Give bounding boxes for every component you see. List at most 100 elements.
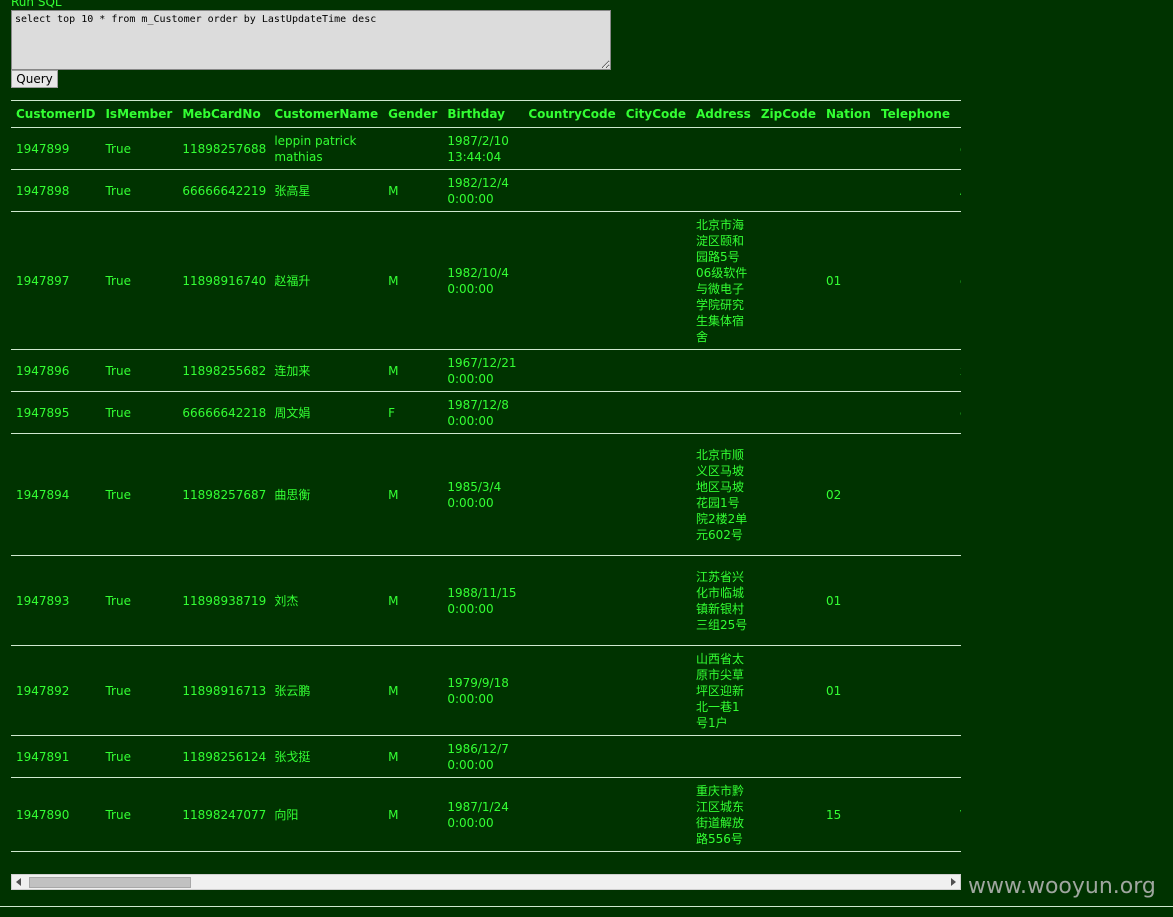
- cell-pass: di+8: [955, 211, 961, 350]
- cell-zip: [755, 645, 821, 736]
- cell-zip: [755, 735, 821, 778]
- scroll-right-arrow-icon[interactable]: [951, 878, 956, 886]
- table-row: 1947898 True 66666642219 张高星 M 1982/12/4 0:00…: [11, 169, 961, 212]
- cell-country: [523, 777, 621, 852]
- cell-address: [691, 169, 756, 212]
- cell-nation: [821, 735, 876, 778]
- cell-zip: [755, 777, 821, 852]
- cell-city: [620, 349, 691, 392]
- column-header: CountryCode: [523, 100, 621, 128]
- cell-city: [620, 735, 691, 778]
- cell-tel: [876, 735, 956, 778]
- cell-city: [620, 169, 691, 212]
- cell-name: 张云鹏: [269, 645, 384, 736]
- cell-country: [523, 127, 621, 170]
- cell-city: [620, 777, 691, 852]
- run-sql-label: Run SQL: [11, 0, 62, 9]
- cell-name: 张高星: [269, 169, 384, 212]
- cell-card: 11898916713: [177, 645, 270, 736]
- cell-nation: [821, 169, 876, 212]
- cell-country: [523, 391, 621, 434]
- cell-card: 11898255682: [177, 349, 270, 392]
- cell-card: 66666642219: [177, 169, 270, 212]
- cell-member: True: [100, 127, 178, 170]
- cell-id: 1947895: [11, 391, 101, 434]
- cell-birthday: 1982/10/4 0:00:00: [442, 211, 524, 350]
- cell-country: [523, 555, 621, 646]
- cell-zip: [755, 169, 821, 212]
- cell-nation: 01: [821, 645, 876, 736]
- scroll-left-arrow-icon[interactable]: [16, 878, 21, 886]
- column-header: MebCardNo: [177, 100, 270, 128]
- column-header: Pas: [955, 100, 961, 128]
- cell-id: 1947893: [11, 555, 101, 646]
- cell-city: [620, 555, 691, 646]
- cell-pass: xvuh: [955, 349, 961, 392]
- cell-pass: l2Hx: [955, 433, 961, 556]
- cell-pass: ARsb: [955, 169, 961, 212]
- cell-member: True: [100, 645, 178, 736]
- table-row: 1947896 True 11898255682 连加来 M 1967/12/21 0:0…: [11, 349, 961, 392]
- cell-card: 11898938719: [177, 555, 270, 646]
- cell-address: [691, 735, 756, 778]
- cell-member: True: [100, 777, 178, 852]
- cell-card: 11898247077: [177, 777, 270, 852]
- column-header: CityCode: [620, 100, 691, 128]
- cell-id: 1947898: [11, 169, 101, 212]
- cell-zip: [755, 555, 821, 646]
- cell-country: [523, 433, 621, 556]
- cell-address: 重庆市黔江区城东街道解放路556号: [691, 777, 756, 852]
- query-button[interactable]: Query: [11, 70, 58, 88]
- cell-card: 11898257687: [177, 433, 270, 556]
- cell-name: leppin patrick mathias: [269, 127, 384, 170]
- cell-address: [691, 391, 756, 434]
- cell-name: 赵福升: [269, 211, 384, 350]
- cell-gender: [383, 127, 443, 170]
- cell-birthday: 1987/12/8 0:00:00: [442, 391, 524, 434]
- table-row: 1947890 True 11898247077 向阳 M 1987/1/24 0:00:…: [11, 777, 961, 852]
- cell-id: 1947894: [11, 433, 101, 556]
- cell-pass: eSlE: [955, 391, 961, 434]
- cell-member: True: [100, 735, 178, 778]
- results-table: CustomerID IsMember MebCardNo CustomerName G…: [11, 100, 961, 852]
- horizontal-scrollbar[interactable]: [11, 874, 961, 890]
- table-row: 1947891 True 11898256124 张戈挺 M 1986/12/7 0:00…: [11, 735, 961, 778]
- cell-pass: gPsp: [955, 127, 961, 170]
- cell-id: 1947892: [11, 645, 101, 736]
- cell-name: 刘杰: [269, 555, 384, 646]
- cell-birthday: 1986/12/7 0:00:00: [442, 735, 524, 778]
- results-table-viewport[interactable]: CustomerID IsMember MebCardNo CustomerName G…: [11, 100, 961, 862]
- cell-name: 张戈挺: [269, 735, 384, 778]
- cell-birthday: 1982/12/4 0:00:00: [442, 169, 524, 212]
- table-row: 1947899 True 11898257688 leppin patrick mat…: [11, 127, 961, 170]
- cell-nation: 02: [821, 433, 876, 556]
- column-header: Gender: [383, 100, 443, 128]
- cell-birthday: 1967/12/21 0:00:00: [442, 349, 524, 392]
- cell-gender: M: [383, 349, 443, 392]
- cell-nation: [821, 349, 876, 392]
- cell-city: [620, 211, 691, 350]
- cell-country: [523, 645, 621, 736]
- cell-address: 北京市海淀区颐和园路5号06级软件与微电子学院研究生集体宿舍: [691, 211, 756, 350]
- cell-city: [620, 645, 691, 736]
- cell-country: [523, 211, 621, 350]
- divider: [0, 906, 1173, 907]
- scroll-thumb[interactable]: [29, 877, 191, 888]
- cell-gender: M: [383, 735, 443, 778]
- cell-tel: [876, 433, 956, 556]
- cell-nation: 15: [821, 777, 876, 852]
- cell-gender: M: [383, 169, 443, 212]
- cell-gender: M: [383, 555, 443, 646]
- cell-birthday: 1985/3/4 0:00:00: [442, 433, 524, 556]
- cell-nation: 01: [821, 555, 876, 646]
- table-row: 1947892 True 11898916713 张云鹏 M 1979/9/18 0:00…: [11, 645, 961, 736]
- cell-zip: [755, 211, 821, 350]
- cell-name: 向阳: [269, 777, 384, 852]
- cell-id: 1947899: [11, 127, 101, 170]
- cell-city: [620, 127, 691, 170]
- cell-gender: F: [383, 391, 443, 434]
- sql-input[interactable]: select top 10 * from m_Customer order by…: [11, 10, 611, 70]
- cell-member: True: [100, 555, 178, 646]
- cell-id: 1947896: [11, 349, 101, 392]
- cell-city: [620, 391, 691, 434]
